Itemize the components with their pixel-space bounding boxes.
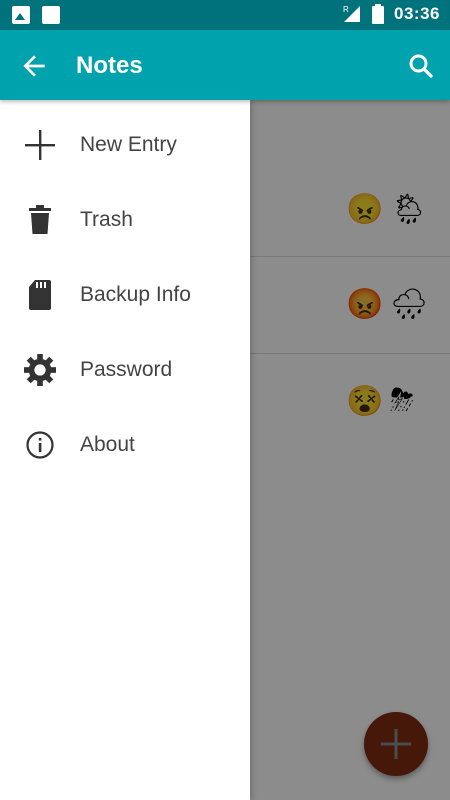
menu-label: About bbox=[80, 433, 135, 456]
menu-item-new-entry[interactable]: New Entry bbox=[0, 105, 250, 180]
app-notification-icon bbox=[42, 6, 60, 24]
menu-label: Backup Info bbox=[80, 283, 191, 306]
drawer-scrim[interactable] bbox=[250, 100, 450, 800]
menu-label: New Entry bbox=[80, 133, 177, 156]
info-icon bbox=[24, 429, 56, 461]
sd-card-icon bbox=[24, 279, 56, 311]
arrow-left-icon[interactable] bbox=[18, 50, 50, 82]
menu-item-about[interactable]: About bbox=[0, 405, 250, 480]
menu-item-backup-info[interactable]: Backup Info bbox=[0, 255, 250, 330]
trash-icon bbox=[24, 204, 56, 236]
signal-icon: R bbox=[343, 5, 361, 22]
search-icon[interactable] bbox=[406, 51, 436, 81]
navigation-drawer: New Entry Trash Backup Info Password Abo… bbox=[0, 100, 250, 800]
app-title: Notes bbox=[76, 52, 143, 79]
app-bar: Notes bbox=[0, 30, 450, 100]
menu-label: Trash bbox=[80, 208, 133, 231]
clock: 03:36 bbox=[394, 4, 440, 23]
fab-scrim bbox=[364, 712, 428, 776]
battery-icon bbox=[372, 4, 385, 24]
menu-item-trash[interactable]: Trash bbox=[0, 180, 250, 255]
menu-item-password[interactable]: Password bbox=[0, 330, 250, 405]
plus-icon bbox=[24, 129, 56, 161]
status-bar: R 03:36 bbox=[0, 0, 450, 30]
image-notification-icon bbox=[12, 6, 30, 24]
menu-label: Password bbox=[80, 358, 173, 381]
gear-icon bbox=[24, 354, 56, 386]
svg-text:R: R bbox=[343, 5, 349, 14]
